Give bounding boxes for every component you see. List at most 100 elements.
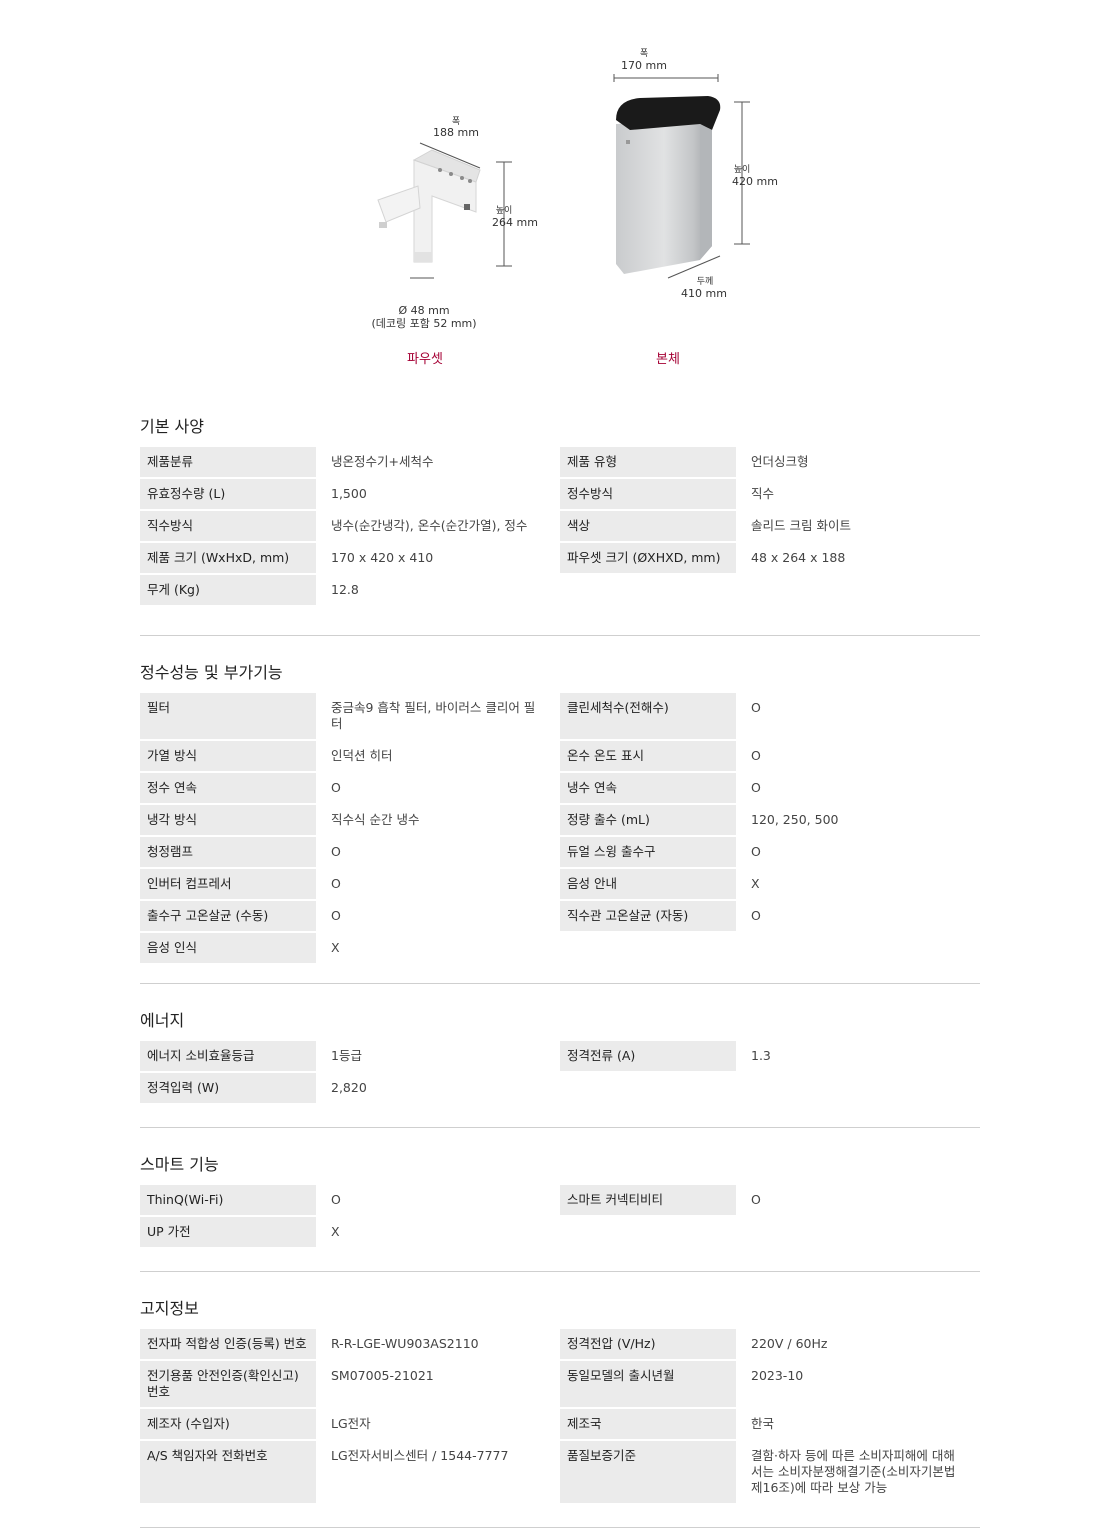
- spec-label: 제조국: [560, 1409, 736, 1439]
- spec-value: O: [331, 780, 341, 795]
- section-title: 에너지: [140, 1011, 185, 1030]
- spec-table: 필터 중금속9 흡착 필터, 바이러스 클리어 필터 클린세척수(전해수) O …: [140, 693, 980, 963]
- basic-spec-section: 기본 사양 제품분류 냉온정수기+세척수 제품 유형 언더싱크형 유효정수량 (…: [140, 413, 980, 605]
- spec-label: 청정램프: [140, 837, 316, 867]
- spec-value: LG전자서비스센터 / 1544-7777: [331, 1448, 509, 1463]
- spec-value: O: [751, 844, 761, 859]
- body-caption: 본체: [656, 352, 680, 367]
- spec-value: 솔리드 크림 화이트: [751, 518, 851, 533]
- spec-value: 220V / 60Hz: [751, 1336, 828, 1351]
- spec-value: 2,820: [331, 1080, 367, 1095]
- spec-label: 필터: [140, 693, 316, 739]
- spec-label: 제조자 (수입자): [140, 1409, 316, 1439]
- spec-label: 가열 방식: [140, 741, 316, 771]
- spec-value: 120, 250, 500: [751, 812, 839, 827]
- spec-label: 제품 크기 (WxHxD, mm): [140, 543, 316, 573]
- body-height-value: 420 mm: [732, 175, 778, 188]
- spec-value: 1.3: [751, 1048, 771, 1063]
- spec-label: 듀얼 스윙 출수구: [560, 837, 736, 867]
- spec-value: 냉온정수기+세척수: [331, 454, 434, 469]
- faucet-image: [377, 149, 481, 263]
- section-title: 정수성능 및 부가기능: [140, 663, 283, 682]
- spec-value: O: [331, 876, 341, 891]
- faucet-width-value: 188 mm: [433, 126, 479, 139]
- spec-value: 결함·하자 등에 따른 소비자피해에 대해서는 소비자분쟁해결기준(소비자기본법…: [751, 1448, 956, 1495]
- spec-label: 제품분류: [140, 447, 316, 477]
- body-unit-image: [616, 96, 721, 274]
- spec-value: 인덕션 히터: [331, 748, 393, 763]
- spec-label: 냉수 연속: [560, 773, 736, 803]
- spec-label: 정격전류 (A): [560, 1041, 736, 1071]
- spec-label: 전자파 적합성 인증(등록) 번호: [140, 1329, 316, 1359]
- spec-value: SM07005-21021: [331, 1368, 434, 1383]
- performance-section: 정수성능 및 부가기능 필터 중금속9 흡착 필터, 바이러스 클리어 필터 클…: [140, 659, 980, 963]
- spec-label: 색상: [560, 511, 736, 541]
- spec-value: 48 x 264 x 188: [751, 550, 846, 565]
- spec-value: O: [751, 748, 761, 763]
- spec-label: A/S 책임자와 전화번호: [140, 1441, 316, 1503]
- spec-label: 직수관 고온살균 (자동): [560, 901, 736, 931]
- spec-table: 전자파 적합성 인증(등록) 번호 R-R-LGE-WU903AS2110 정격…: [140, 1329, 980, 1503]
- spec-label: 무게 (Kg): [140, 575, 316, 605]
- spec-value: X: [751, 876, 760, 891]
- spec-table: 에너지 소비효율등급 1등급 정격전류 (A) 1.3 정격입력 (W) 2,8…: [140, 1041, 980, 1103]
- smart-section: 스마트 기능 ThinQ(Wi-Fi) O 스마트 커넥티비티 O UP 가전 …: [140, 1151, 980, 1247]
- spec-label: 정량 출수 (mL): [560, 805, 736, 835]
- section-divider: [140, 1127, 980, 1128]
- spec-value: O: [751, 908, 761, 923]
- section-divider: [140, 1271, 980, 1272]
- spec-table: 제품분류 냉온정수기+세척수 제품 유형 언더싱크형 유효정수량 (L) 1,5…: [140, 447, 980, 605]
- spec-value: 한국: [751, 1416, 775, 1431]
- spec-value: 냉수(순간냉각), 온수(순간가열), 정수: [331, 518, 528, 533]
- spec-label: UP 가전: [140, 1217, 316, 1247]
- spec-label: 에너지 소비효율등급: [140, 1041, 316, 1071]
- spec-label: 동일모델의 출시년월: [560, 1361, 736, 1407]
- spec-label: 정수 연속: [140, 773, 316, 803]
- section-title: 기본 사양: [140, 417, 204, 436]
- spec-label: 음성 인식: [140, 933, 316, 963]
- faucet-height-value: 264 mm: [492, 216, 538, 229]
- spec-label: 직수방식: [140, 511, 316, 541]
- spec-label: 전기용품 안전인증(확인신고) 번호: [140, 1361, 316, 1407]
- spec-label: 냉각 방식: [140, 805, 316, 835]
- spec-value: O: [751, 700, 761, 715]
- spec-value: O: [751, 1192, 761, 1207]
- spec-label: 파우셋 크기 (ØXHXD, mm): [560, 543, 736, 573]
- spec-value: 직수: [751, 486, 775, 501]
- spec-label: ThinQ(Wi-Fi): [140, 1185, 316, 1215]
- spec-label: 온수 온도 표시: [560, 741, 736, 771]
- spec-label: 유효정수량 (L): [140, 479, 316, 509]
- faucet-diameter-note: (데코링 포함 52 mm): [371, 317, 477, 330]
- spec-label: 제품 유형: [560, 447, 736, 477]
- spec-value: O: [331, 1192, 341, 1207]
- spec-value: R-R-LGE-WU903AS2110: [331, 1336, 479, 1351]
- spec-label: 음성 안내: [560, 869, 736, 899]
- spec-label: 정수방식: [560, 479, 736, 509]
- spec-value: X: [331, 1224, 340, 1239]
- spec-value: 1등급: [331, 1048, 362, 1063]
- body-depth-value: 410 mm: [681, 287, 727, 300]
- spec-value: O: [331, 908, 341, 923]
- spec-label: 품질보증기준: [560, 1441, 736, 1503]
- product-illustrations: [377, 74, 750, 279]
- spec-value: 중금속9 흡착 필터, 바이러스 클리어 필터: [331, 700, 536, 731]
- spec-value: 170 x 420 x 410: [331, 550, 434, 565]
- spec-value: LG전자: [331, 1416, 371, 1431]
- spec-table: ThinQ(Wi-Fi) O 스마트 커넥티비티 O UP 가전 X: [140, 1185, 980, 1247]
- spec-value: 언더싱크형: [751, 454, 809, 469]
- spec-label: 클린세척수(전해수): [560, 693, 736, 739]
- section-divider: [140, 983, 980, 984]
- spec-label: 출수구 고온살균 (수동): [140, 901, 316, 931]
- spec-value: 12.8: [331, 582, 359, 597]
- spec-label: 정격전압 (V/Hz): [560, 1329, 736, 1359]
- section-title: 스마트 기능: [140, 1155, 219, 1174]
- section-title: 고지정보: [140, 1299, 199, 1318]
- section-divider: [140, 1527, 980, 1528]
- spec-value: 2023-10: [751, 1368, 804, 1383]
- spec-label: 정격입력 (W): [140, 1073, 316, 1103]
- energy-section: 에너지 에너지 소비효율등급 1등급 정격전류 (A) 1.3 정격입력 (W)…: [140, 1007, 980, 1103]
- spec-label: 인버터 컴프레서: [140, 869, 316, 899]
- spec-label: 스마트 커넥티비티: [560, 1185, 736, 1215]
- spec-value: O: [331, 844, 341, 859]
- notice-section: 고지정보 전자파 적합성 인증(등록) 번호 R-R-LGE-WU903AS21…: [140, 1295, 980, 1503]
